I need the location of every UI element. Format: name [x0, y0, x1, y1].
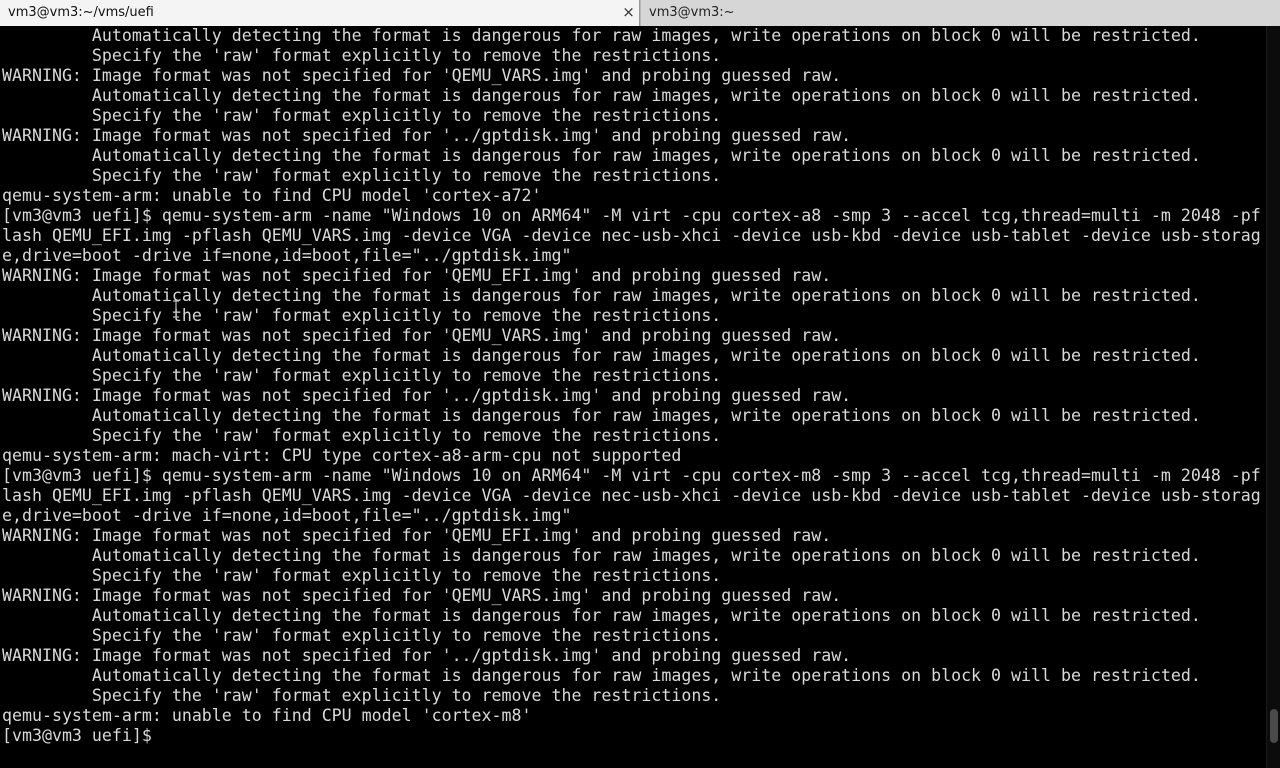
terminal-line: Specify the 'raw' format explicitly to r…: [2, 306, 722, 325]
terminal-line: Specify the 'raw' format explicitly to r…: [2, 166, 722, 185]
terminal-line: Specify the 'raw' format explicitly to r…: [2, 106, 722, 125]
terminal-line: Specify the 'raw' format explicitly to r…: [2, 566, 722, 585]
terminal-line: WARNING: Image format was not specified …: [2, 326, 842, 345]
terminal-line: qemu-system-arm: unable to find CPU mode…: [2, 706, 532, 725]
tab-vms-uefi[interactable]: vm3@vm3:~/vms/uefi ×: [0, 0, 640, 26]
terminal-line: lash QEMU_EFI.img -pflash QEMU_VARS.img …: [2, 486, 1261, 505]
terminal-line: Automatically detecting the format is da…: [2, 86, 1201, 105]
tab-bar: vm3@vm3:~/vms/uefi × vm3@vm3:~: [0, 0, 1280, 26]
terminal-line: e,drive=boot -drive if=none,id=boot,file…: [2, 246, 572, 265]
terminal-line: [vm3@vm3 uefi]$ qemu-system-arm -name "W…: [2, 466, 1261, 485]
terminal-line: Specify the 'raw' format explicitly to r…: [2, 46, 722, 65]
terminal-line: Automatically detecting the format is da…: [2, 606, 1201, 625]
terminal-line: [vm3@vm3 uefi]$ qemu-system-arm -name "W…: [2, 206, 1261, 225]
terminal-line: Automatically detecting the format is da…: [2, 146, 1201, 165]
scrollbar-thumb[interactable]: [1270, 709, 1278, 743]
terminal-line: Automatically detecting the format is da…: [2, 26, 1201, 45]
terminal-line: Automatically detecting the format is da…: [2, 666, 1201, 685]
terminal-output[interactable]: Automatically detecting the format is da…: [0, 26, 1266, 768]
terminal-line: Specify the 'raw' format explicitly to r…: [2, 686, 722, 705]
tab-home[interactable]: vm3@vm3:~: [640, 0, 1280, 26]
terminal-line: Specify the 'raw' format explicitly to r…: [2, 626, 722, 645]
terminal-line: WARNING: Image format was not specified …: [2, 646, 852, 665]
terminal-line: WARNING: Image format was not specified …: [2, 66, 842, 85]
terminal-line: [vm3@vm3 uefi]$: [2, 726, 162, 745]
scrollbar[interactable]: [1266, 26, 1280, 768]
terminal-line: WARNING: Image format was not specified …: [2, 126, 852, 145]
terminal-line: Automatically detecting the format is da…: [2, 286, 1201, 305]
terminal-line: WARNING: Image format was not specified …: [2, 526, 832, 545]
tab-label: vm3@vm3:~: [649, 5, 735, 20]
terminal-line: WARNING: Image format was not specified …: [2, 266, 832, 285]
terminal-line: qemu-system-arm: unable to find CPU mode…: [2, 186, 542, 205]
terminal-line: Specify the 'raw' format explicitly to r…: [2, 366, 722, 385]
terminal-line: lash QEMU_EFI.img -pflash QEMU_VARS.img …: [2, 226, 1261, 245]
terminal-window: vm3@vm3:~/vms/uefi × vm3@vm3:~ Automatic…: [0, 0, 1280, 768]
terminal-line: WARNING: Image format was not specified …: [2, 586, 842, 605]
terminal-line: e,drive=boot -drive if=none,id=boot,file…: [2, 506, 572, 525]
terminal-line: Automatically detecting the format is da…: [2, 406, 1201, 425]
close-icon[interactable]: ×: [622, 5, 635, 20]
tab-label: vm3@vm3:~/vms/uefi: [8, 5, 154, 20]
terminal-line: WARNING: Image format was not specified …: [2, 386, 852, 405]
terminal-line: Automatically detecting the format is da…: [2, 346, 1201, 365]
terminal-line: qemu-system-arm: mach-virt: CPU type cor…: [2, 446, 682, 465]
terminal-line: Specify the 'raw' format explicitly to r…: [2, 426, 722, 445]
terminal-line: Automatically detecting the format is da…: [2, 546, 1201, 565]
